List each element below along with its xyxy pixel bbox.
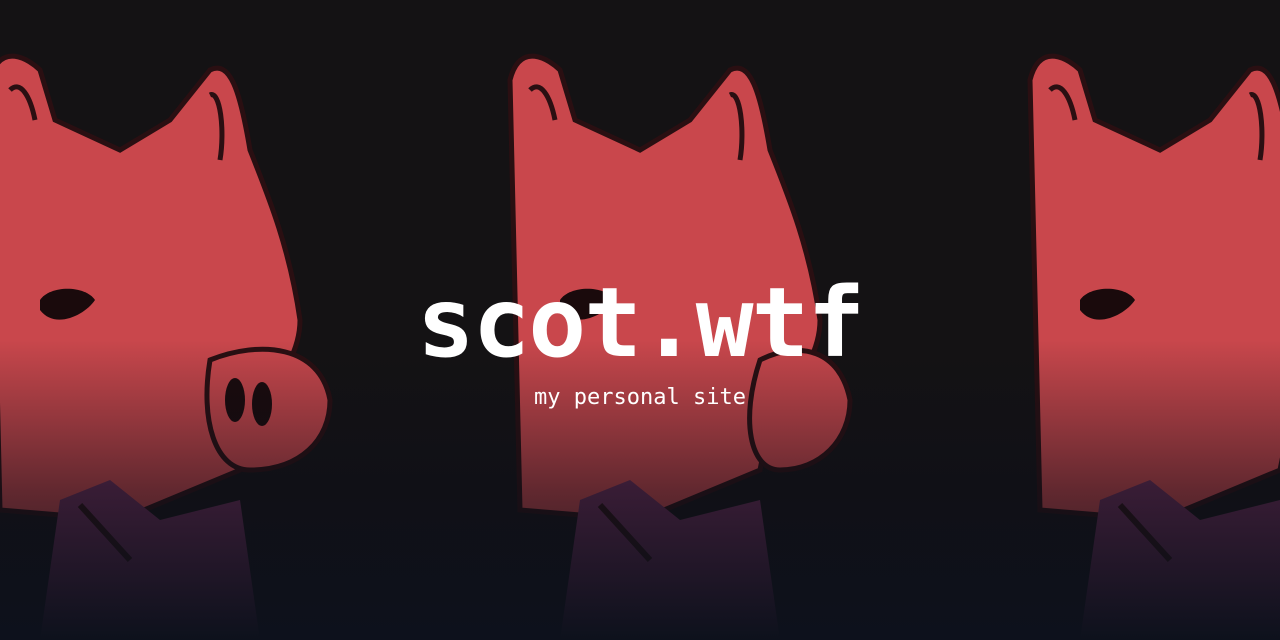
site-subtitle: my personal site: [534, 385, 746, 410]
site-title: scot.wtf: [416, 267, 865, 379]
hero-banner: scot.wtf my personal site: [0, 0, 1280, 640]
